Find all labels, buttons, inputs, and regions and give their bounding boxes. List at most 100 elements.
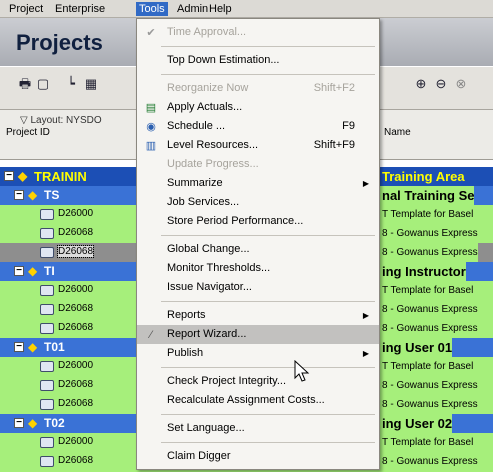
menu-item-summarize[interactable]: Summarize ▶ [137,174,379,193]
menu-separator [161,46,375,47]
menu-item-label: Top Down Estimation... [167,54,280,66]
menu-project[interactable]: Project [6,2,46,16]
row-name: 8 - Gowanus Express [382,456,478,467]
row-name: nal Training Se [378,186,475,205]
menu-item-label: Apply Actuals... [167,101,243,113]
menu-item-shortcut: Shift+F2 [313,82,355,94]
check-icon: ✔ [146,27,156,39]
menu-item-label: Monitor Thresholds... [167,262,271,274]
apply-actuals-icon: ▤ [145,102,157,114]
collapse-icon[interactable]: − [14,266,24,276]
row-name: 8 - Gowanus Express [382,228,478,239]
menu-item-label: Summarize [167,177,223,189]
menu-item-label: Level Resources... [167,139,259,151]
row-name: T Template for Basel [382,285,474,296]
project-icon [40,209,54,220]
menu-item-schedule[interactable]: ◉ Schedule ... F9 [137,117,379,136]
menu-separator [161,442,375,443]
menu-bar: Project Enterprise Tools Admin Help [0,0,493,18]
menu-separator [161,74,375,75]
menu-item-global-change[interactable]: Global Change... [137,240,379,259]
row-name: 8 - Gowanus Express [382,399,478,410]
menu-item-label: Publish [167,347,204,359]
row-name: ing Instructor [378,262,466,281]
layout-selector[interactable]: ▽ Layout: NYSDO [20,115,102,126]
print-icon[interactable]: 🖶 [16,75,34,93]
tree-expand-icon[interactable]: ┕ [62,75,80,93]
row-project-id: D26068 [58,398,94,409]
row-project-id: D26068 [56,245,95,258]
menu-item-label: Set Language... [167,422,245,434]
menu-item-job-services[interactable]: Job Services... [137,193,379,212]
wand-icon: ⁄ [150,329,152,341]
layout-label: Layout: NYSDO [30,115,102,126]
menu-tools[interactable]: Tools [136,2,168,16]
row-project-id: D26000 [58,436,94,447]
print-preview-icon[interactable]: ▢ [34,75,52,93]
eps-node-icon: ◆ [28,188,38,202]
menu-separator [161,367,375,368]
submenu-arrow-icon: ▶ [362,311,369,320]
collapse-icon[interactable]: − [14,190,24,200]
project-icon [40,437,54,448]
project-icon [40,285,54,296]
menu-separator [161,414,375,415]
menu-item-shortcut: Shift+F9 [313,139,355,151]
menu-item-label: Store Period Performance... [167,215,304,227]
menu-item-update-progress[interactable]: Update Progress... [137,155,379,174]
menu-item-monitor-thresholds[interactable]: Monitor Thresholds... [137,259,379,278]
row-name: 8 - Gowanus Express [378,243,478,262]
collapse-icon[interactable]: − [14,342,24,352]
zoom-fit-icon[interactable]: ⊗ [452,75,470,93]
row-name: T Template for Basel [382,437,474,448]
menu-item-check-project-integrity[interactable]: Check Project Integrity... [137,372,379,391]
submenu-arrow-icon: ▶ [362,349,369,358]
column-name[interactable]: Name [384,127,411,138]
menu-item-reorganize-now[interactable]: Reorganize Now Shift+F2 [137,79,379,98]
menu-item-report-wizard[interactable]: ⁄ Report Wizard... [137,325,379,344]
eps-node-icon: ◆ [18,169,28,183]
level-resources-icon: ▥ [145,140,157,152]
menu-item-label: Time Approval... [167,26,247,38]
project-icon [40,456,54,467]
menu-item-time-approval[interactable]: ✔ Time Approval... [137,23,379,42]
menu-help[interactable]: Help [206,2,235,16]
menu-item-label: Check Project Integrity... [167,375,287,387]
collapse-icon[interactable]: − [4,171,14,181]
schedule-icon: ◉ [146,121,156,133]
row-label: TRAININ [34,169,87,184]
zoom-in-icon[interactable]: ⊕ [412,75,430,93]
project-icon [40,399,54,410]
row-project-id: D26000 [58,208,94,219]
row-project-id: D26068 [58,379,94,390]
menu-item-label: Recalculate Assignment Costs... [167,394,325,406]
submenu-arrow-icon: ▶ [362,179,369,188]
project-icon [40,247,54,258]
menu-item-label: Issue Navigator... [167,281,252,293]
menu-item-store-period-performance[interactable]: Store Period Performance... [137,212,379,231]
menu-item-apply-actuals[interactable]: ▤ Apply Actuals... [137,98,379,117]
project-icon [40,304,54,315]
row-project-id: D26000 [58,284,94,295]
menu-item-set-language[interactable]: Set Language... [137,419,379,438]
menu-item-top-down-estimation[interactable]: Top Down Estimation... [137,51,379,70]
project-icon [40,380,54,391]
menu-item-label: Job Services... [167,196,240,208]
menu-item-label: Claim Digger [167,450,231,462]
menu-item-reports[interactable]: Reports ▶ [137,306,379,325]
grid-view-icon[interactable]: ▦ [82,75,100,93]
menu-enterprise[interactable]: Enterprise [52,2,108,16]
menu-item-level-resources[interactable]: ▥ Level Resources... Shift+F9 [137,136,379,155]
collapse-icon[interactable]: − [14,418,24,428]
menu-item-label: Reports [167,309,206,321]
menu-item-claim-digger[interactable]: Claim Digger [137,447,379,466]
zoom-out-icon[interactable]: ⊖ [432,75,450,93]
menu-item-label: Global Change... [167,243,250,255]
menu-item-issue-navigator[interactable]: Issue Navigator... [137,278,379,297]
row-name: ing User 02 [378,414,453,433]
menu-item-recalculate-assignment-costs[interactable]: Recalculate Assignment Costs... [137,391,379,410]
menu-item-publish[interactable]: Publish ▶ [137,344,379,363]
column-project-id[interactable]: Project ID [6,127,50,138]
mouse-cursor-icon [294,360,310,382]
page-title: Projects [16,30,103,55]
